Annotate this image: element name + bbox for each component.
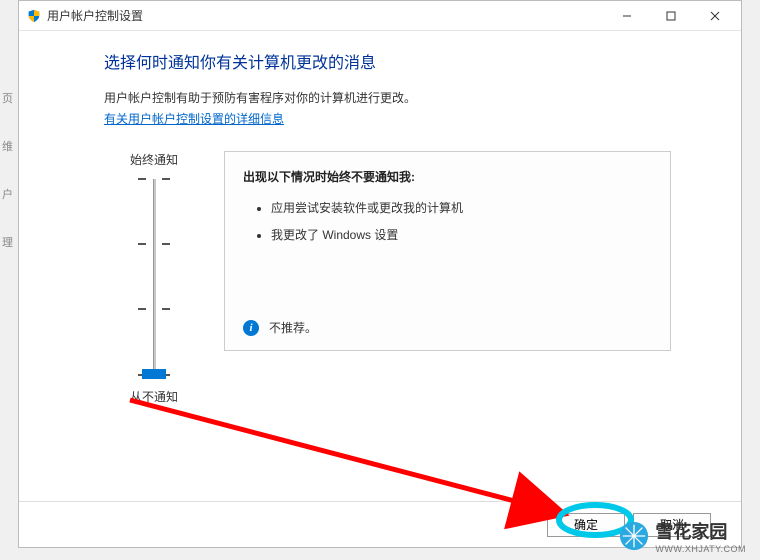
watermark-logo-icon — [619, 521, 649, 551]
slider-section: 始终通知 从不通知 出现以下情况时始终不要通知我: 应用尝试安装软件或更改我的计… — [104, 151, 671, 405]
ok-button-label: 确定 — [574, 516, 598, 533]
slider-column: 始终通知 从不通知 — [104, 151, 204, 405]
watermark-url: WWW.XHJATY.COM — [655, 544, 746, 554]
slider-thumb[interactable] — [142, 369, 166, 379]
info-panel: 出现以下情况时始终不要通知我: 应用尝试安装软件或更改我的计算机 我更改了 Wi… — [224, 151, 671, 351]
window-controls — [605, 2, 737, 30]
uac-shield-icon — [27, 9, 41, 23]
info-list: 应用尝试安装软件或更改我的计算机 我更改了 Windows 设置 — [243, 199, 652, 243]
titlebar: 用户帐户控制设置 — [19, 1, 741, 31]
slider-label-never: 从不通知 — [130, 388, 178, 405]
watermark: 雪花家园 WWW.XHJATY.COM — [619, 518, 746, 554]
info-panel-title: 出现以下情况时始终不要通知我: — [243, 168, 652, 185]
uac-settings-window: 用户帐户控制设置 选择何时通知你有关计算机更改的消息 用户帐户控制有助于预防有害… — [18, 0, 742, 548]
minimize-icon — [622, 11, 632, 21]
info-footer-text: 不推荐。 — [269, 319, 317, 336]
info-footer: i 不推荐。 — [243, 319, 317, 336]
close-button[interactable] — [693, 2, 737, 30]
info-bullet: 我更改了 Windows 设置 — [271, 226, 652, 243]
slider-track — [153, 179, 156, 377]
minimize-button[interactable] — [605, 2, 649, 30]
page-heading: 选择何时通知你有关计算机更改的消息 — [104, 49, 671, 73]
watermark-text: 雪花家园 WWW.XHJATY.COM — [655, 518, 746, 554]
window-title: 用户帐户控制设置 — [47, 7, 605, 24]
content-area: 选择何时通知你有关计算机更改的消息 用户帐户控制有助于预防有害程序对你的计算机进… — [19, 31, 741, 501]
slider-label-always: 始终通知 — [130, 151, 178, 168]
learn-more-link[interactable]: 有关用户帐户控制设置的详细信息 — [104, 112, 284, 126]
watermark-name: 雪花家园 — [655, 518, 746, 544]
notification-slider[interactable] — [134, 178, 174, 378]
ok-button[interactable]: 确定 — [547, 513, 625, 537]
maximize-icon — [666, 11, 676, 21]
background-fragments: 页 维 户 理 — [2, 90, 13, 282]
page-description: 用户帐户控制有助于预防有害程序对你的计算机进行更改。 — [104, 89, 671, 106]
info-bullet: 应用尝试安装软件或更改我的计算机 — [271, 199, 652, 216]
info-icon: i — [243, 320, 259, 336]
close-icon — [710, 11, 720, 21]
maximize-button[interactable] — [649, 2, 693, 30]
